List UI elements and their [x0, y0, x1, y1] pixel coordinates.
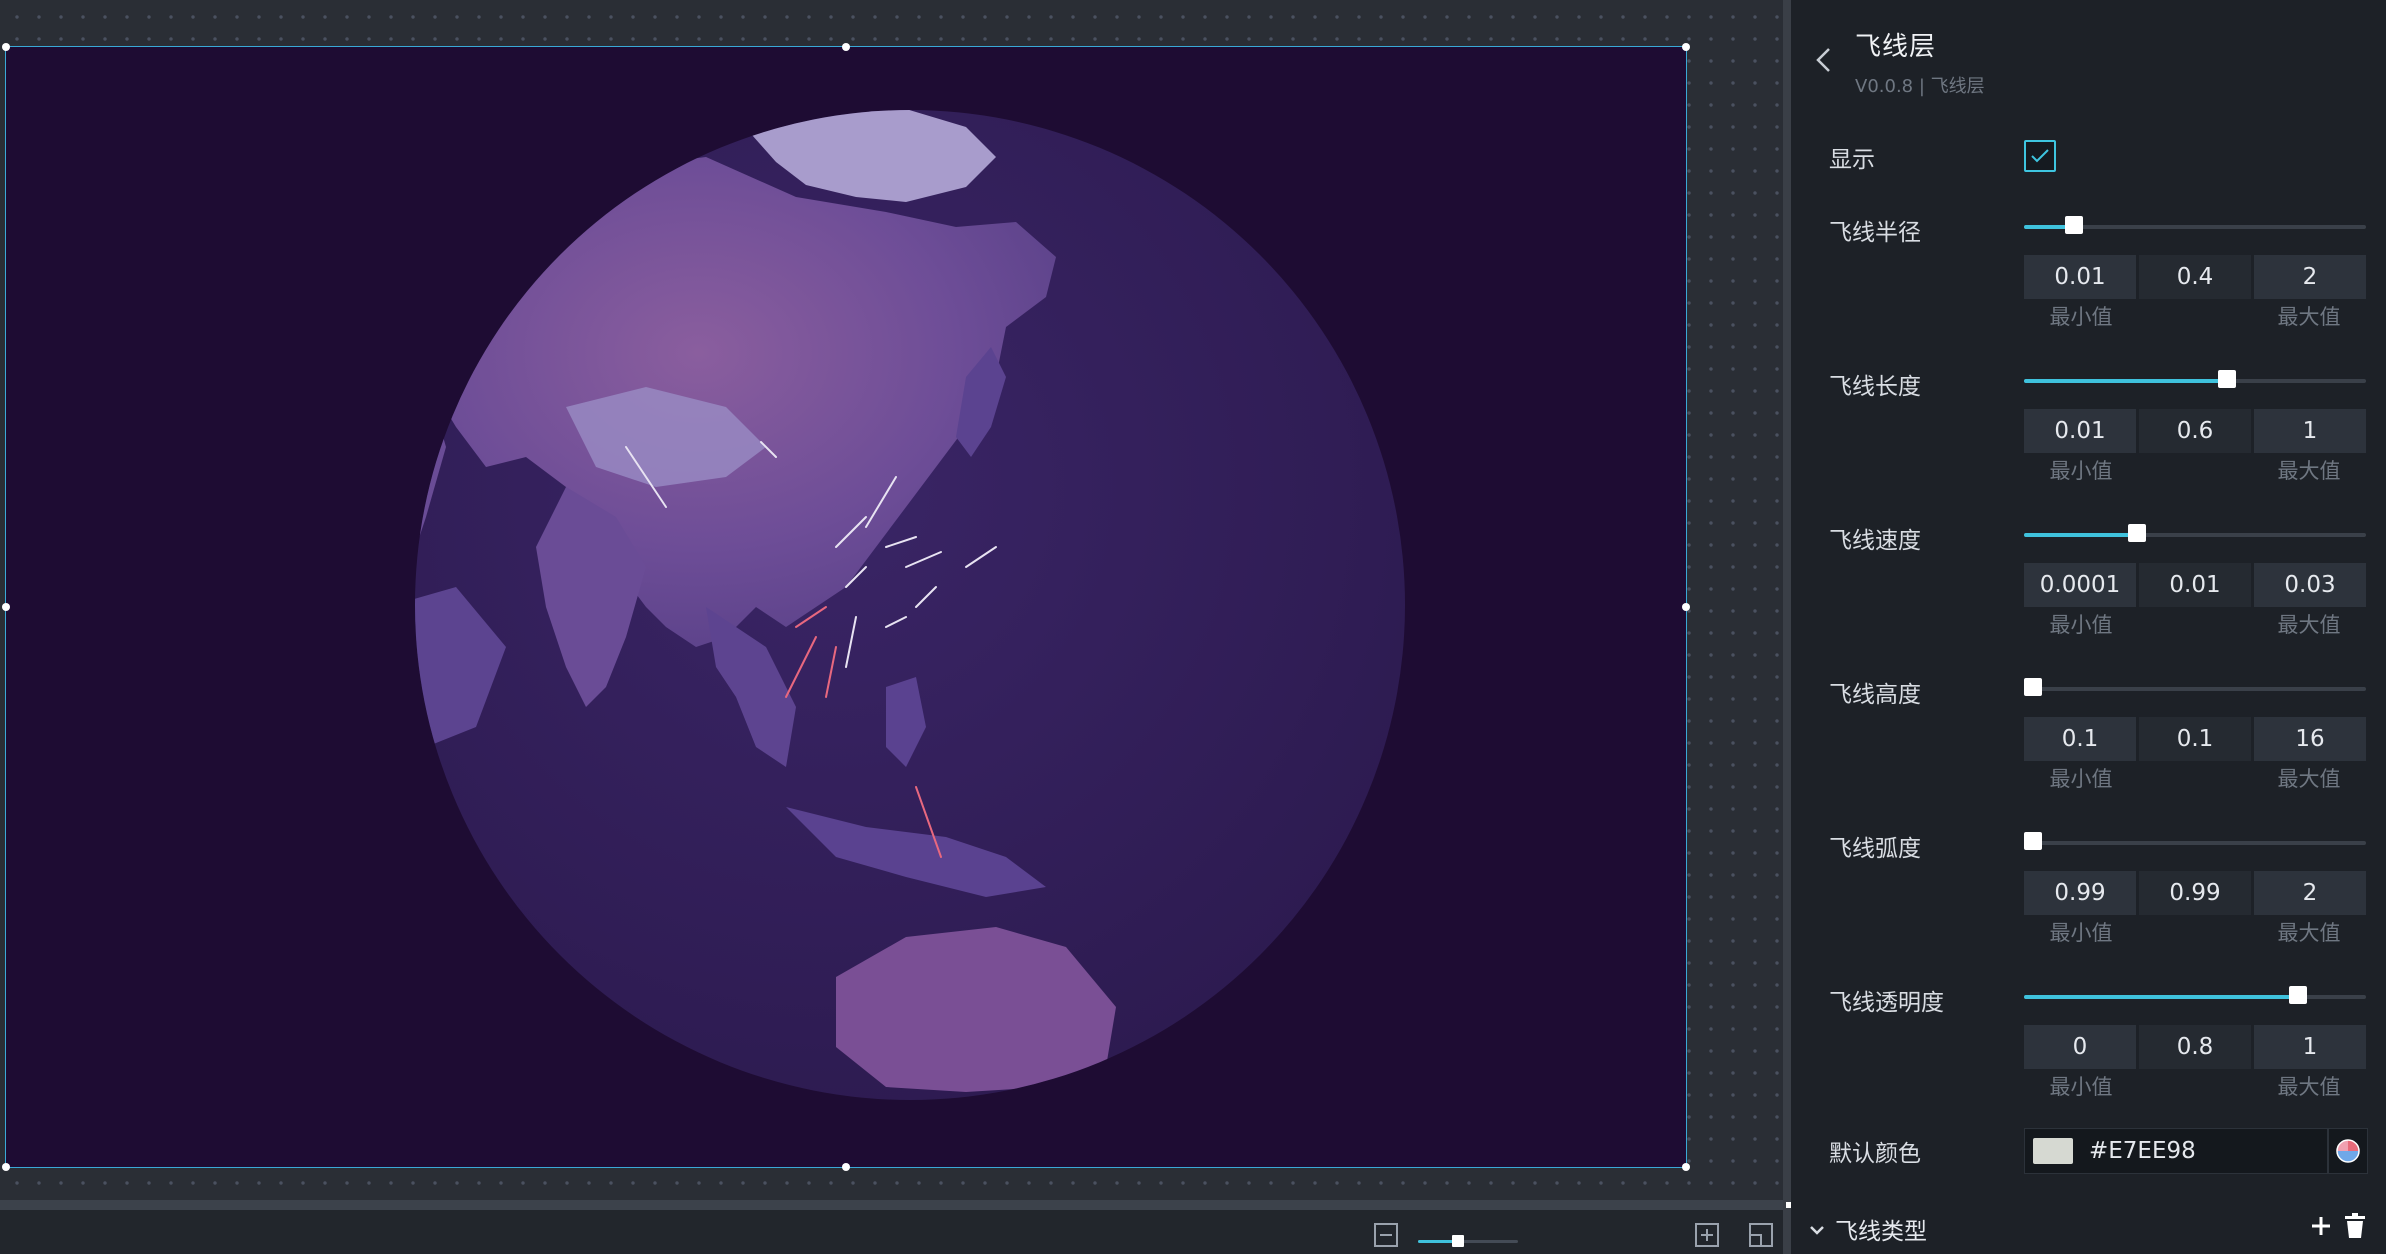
property-label: 飞线高度 — [1829, 682, 1921, 708]
default-color-label: 默认颜色 — [1829, 1141, 1921, 1167]
max-caption: 最大值 — [2277, 613, 2341, 637]
horizontal-scrollbar[interactable] — [0, 1200, 1783, 1210]
property-range-inputs: 0.01 0.4 2 — [2024, 255, 2366, 299]
current-value-input[interactable]: 0.99 — [2139, 871, 2251, 915]
max-caption: 最大值 — [2277, 305, 2341, 329]
panel-title: 飞线层 — [1855, 32, 1937, 62]
current-value-input[interactable]: 0.1 — [2139, 717, 2251, 761]
visible-checkbox[interactable] — [2024, 140, 2056, 172]
panel-version: V0.0.8 | 飞线层 — [1855, 76, 1985, 97]
chevron-left-icon[interactable] — [1811, 44, 1837, 76]
zoom-out-icon[interactable] — [1373, 1222, 1399, 1248]
max-value-input[interactable]: 2 — [2254, 871, 2366, 915]
default-color-input[interactable]: #E7EE98 — [2024, 1128, 2328, 1174]
property-label: 飞线长度 — [1829, 374, 1921, 400]
property-range-inputs: 0 0.8 1 — [2024, 1025, 2366, 1069]
property-range-captions: 最小值 最大值 — [2024, 763, 2366, 793]
properties-panel: 飞线层 V0.0.8 | 飞线层 显示 飞线半径 0.01 0.4 2 最小值 最大值 飞线… — [1791, 0, 2386, 1254]
property-range-captions: 最小值 最大值 — [2024, 455, 2366, 485]
property-slider-thumb[interactable] — [2024, 678, 2042, 696]
min-value-input[interactable]: 0.1 — [2024, 717, 2136, 761]
color-picker-icon — [2336, 1139, 2360, 1163]
resize-handle-middle-left[interactable] — [2, 603, 10, 611]
resize-handle-bottom-right[interactable] — [1682, 1163, 1690, 1171]
min-value-input[interactable]: 0.01 — [2024, 409, 2136, 453]
property-label: 飞线半径 — [1829, 220, 1921, 246]
zoom-slider[interactable] — [1418, 1235, 1518, 1247]
trash-icon[interactable] — [2344, 1213, 2366, 1239]
property-slider[interactable] — [2024, 832, 2366, 850]
artboard[interactable] — [2, 43, 1690, 1171]
property-range-inputs: 0.1 0.1 16 — [2024, 717, 2366, 761]
resize-handle-bottom-center[interactable] — [842, 1163, 850, 1171]
min-value-input[interactable]: 0.0001 — [2024, 563, 2136, 607]
property-range-captions: 最小值 最大值 — [2024, 609, 2366, 639]
min-caption: 最小值 — [2049, 305, 2113, 329]
flight-type-section-label[interactable]: 飞线类型 — [1835, 1212, 1927, 1246]
property-slider-thumb[interactable] — [2024, 832, 2042, 850]
fit-screen-icon[interactable] — [1748, 1222, 1774, 1248]
max-value-input[interactable]: 2 — [2254, 255, 2366, 299]
property-slider-thumb[interactable] — [2127, 524, 2146, 542]
min-caption: 最小值 — [2049, 921, 2113, 945]
zoom-in-icon[interactable] — [1694, 1222, 1720, 1248]
max-caption: 最大值 — [2277, 1075, 2341, 1099]
zoom-slider-thumb[interactable] — [1452, 1235, 1464, 1247]
color-picker-button[interactable] — [2328, 1128, 2368, 1174]
property-range-captions: 最小值 最大值 — [2024, 301, 2366, 331]
min-caption: 最小值 — [2049, 613, 2113, 637]
max-caption: 最大值 — [2277, 921, 2341, 945]
plus-icon[interactable] — [2309, 1214, 2333, 1238]
resize-handle-bottom-left[interactable] — [2, 1163, 10, 1171]
current-value-input[interactable]: 0.6 — [2139, 409, 2251, 453]
property-range-captions: 最小值 最大值 — [2024, 1071, 2366, 1101]
property-label: 飞线速度 — [1829, 528, 1921, 554]
property-slider-thumb[interactable] — [2218, 370, 2237, 388]
property-slider[interactable] — [2024, 524, 2366, 542]
resize-handle-top-right[interactable] — [1682, 43, 1690, 51]
min-value-input[interactable]: 0.01 — [2024, 255, 2136, 299]
max-value-input[interactable]: 0.03 — [2254, 563, 2366, 607]
resize-handle-middle-right[interactable] — [1682, 603, 1690, 611]
property-range-captions: 最小值 最大值 — [2024, 917, 2366, 947]
current-value-input[interactable]: 0.8 — [2139, 1025, 2251, 1069]
canvas-toolbar — [0, 1210, 1783, 1254]
property-slider[interactable] — [2024, 678, 2366, 696]
checkmark-icon — [2031, 149, 2049, 163]
min-caption: 最小值 — [2049, 459, 2113, 483]
max-value-input[interactable]: 1 — [2254, 409, 2366, 453]
color-swatch[interactable] — [2033, 1138, 2073, 1164]
max-value-input[interactable]: 1 — [2254, 1025, 2366, 1069]
panel-splitter[interactable] — [1783, 0, 1791, 1254]
property-label: 飞线弧度 — [1829, 836, 1921, 862]
property-slider-fill — [2024, 379, 2228, 383]
property-range-inputs: 0.99 0.99 2 — [2024, 871, 2366, 915]
property-slider-thumb[interactable] — [2064, 216, 2083, 234]
min-caption: 最小值 — [2049, 767, 2113, 791]
globe-visualization — [415, 110, 1405, 1100]
caret-down-icon[interactable] — [1809, 1224, 1825, 1236]
property-slider[interactable] — [2024, 216, 2366, 234]
property-range-inputs: 0.01 0.6 1 — [2024, 409, 2366, 453]
resize-handle-top-center[interactable] — [842, 43, 850, 51]
current-value-input[interactable]: 0.4 — [2139, 255, 2251, 299]
property-slider[interactable] — [2024, 370, 2366, 388]
property-slider-fill — [2024, 995, 2298, 999]
max-value-input[interactable]: 16 — [2254, 717, 2366, 761]
visible-label: 显示 — [1829, 147, 1875, 173]
resize-handle-top-left[interactable] — [2, 43, 10, 51]
property-slider[interactable] — [2024, 986, 2366, 1004]
property-range-inputs: 0.0001 0.01 0.03 — [2024, 563, 2366, 607]
max-caption: 最大值 — [2277, 459, 2341, 483]
property-label: 飞线透明度 — [1829, 990, 1944, 1016]
current-value-input[interactable]: 0.01 — [2139, 563, 2251, 607]
editor-canvas[interactable] — [0, 0, 1783, 1210]
min-value-input[interactable]: 0.99 — [2024, 871, 2136, 915]
color-hex-value: #E7EE98 — [2089, 1138, 2196, 1164]
property-slider-fill — [2024, 533, 2137, 537]
min-value-input[interactable]: 0 — [2024, 1025, 2136, 1069]
property-slider-thumb[interactable] — [2288, 986, 2307, 1004]
max-caption: 最大值 — [2277, 767, 2341, 791]
min-caption: 最小值 — [2049, 1075, 2113, 1099]
